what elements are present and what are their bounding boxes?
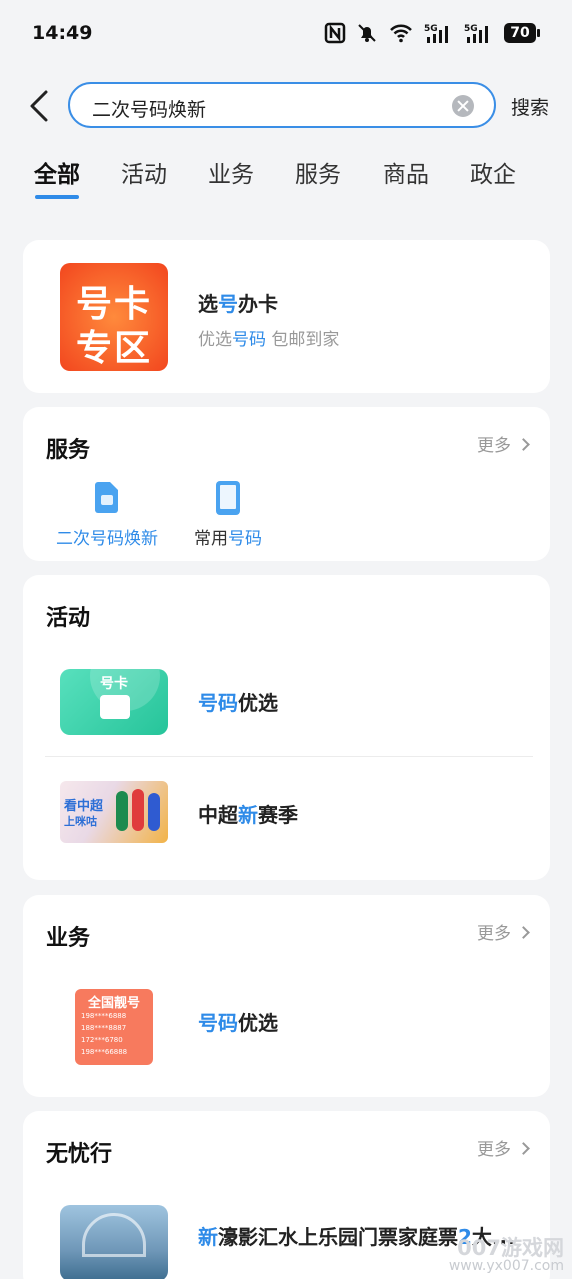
business-title: 业务 [46, 926, 91, 951]
services-card: 服务 更多 二次号码焕新 常用号码 [23, 407, 550, 561]
business-more-link[interactable]: 更多 [477, 919, 530, 944]
svg-text:5G: 5G [424, 24, 438, 34]
business-card: 业务 更多 全国靓号 198****6888 188****8887 172**… [23, 895, 550, 1097]
sim-card-icon [95, 482, 118, 513]
status-time: 14:49 [32, 22, 93, 44]
sim-zone-card[interactable]: 号卡 专区 选号办卡 优选号码 包邮到家 [23, 240, 550, 393]
search-bar: 二次号码焕新 搜索 [0, 80, 572, 132]
sim-zone-subtitle: 优选号码 包邮到家 [198, 330, 340, 350]
back-arrow-icon[interactable] [26, 88, 54, 124]
category-tabs: 全部 活动 业务 服务 商品 政企 [0, 150, 572, 206]
activities-card: 活动 号卡 号码优选 看中超 上咪咕 中超新赛季 [23, 575, 550, 880]
phone-icon [216, 481, 240, 515]
wifi-icon [390, 24, 412, 43]
tab-products[interactable]: 商品 [383, 155, 429, 189]
search-query: 二次号码焕新 [92, 99, 207, 121]
activity-thumbnail: 看中超 上咪咕 [60, 781, 168, 843]
tab-enterprise[interactable]: 政企 [470, 155, 516, 189]
tab-all[interactable]: 全部 [34, 155, 80, 189]
search-input[interactable]: 二次号码焕新 [68, 82, 496, 128]
activity-title: 中超新赛季 [198, 803, 298, 827]
search-button[interactable]: 搜索 [511, 93, 549, 120]
battery-icon: 70 [504, 23, 540, 43]
tab-services[interactable]: 服务 [295, 155, 341, 189]
signal-5g-icon-2: 5G [464, 24, 488, 43]
services-title: 服务 [46, 438, 91, 463]
watermark: 007游戏网 www.yx007.com [448, 1236, 564, 1275]
business-item-title: 号码优选 [198, 1011, 278, 1035]
business-thumbnail: 全国靓号 198****6888 188****8887 172***6780 … [75, 989, 153, 1065]
chevron-right-icon [517, 926, 530, 939]
activity-title: 号码优选 [198, 691, 278, 715]
business-item-number-select[interactable]: 全国靓号 198****6888 188****8887 172***6780 … [23, 965, 550, 1085]
travel-title: 无忧行 [46, 1142, 113, 1167]
activities-title: 活动 [46, 606, 91, 631]
activity-item-csl-season[interactable]: 看中超 上咪咕 中超新赛季 [23, 757, 550, 867]
status-bar: 14:49 5G 5G 70 [0, 0, 572, 66]
sim-zone-thumbnail: 号卡 专区 [60, 263, 168, 371]
activity-thumbnail: 号卡 [60, 669, 168, 735]
service-label: 二次号码焕新 [56, 529, 158, 549]
travel-thumbnail [60, 1205, 168, 1279]
tab-active-indicator [35, 195, 79, 199]
status-icons: 5G 5G 70 [324, 22, 540, 44]
tab-activities[interactable]: 活动 [121, 155, 167, 189]
mute-bell-icon [358, 24, 376, 42]
clear-icon[interactable] [452, 95, 474, 117]
tab-business[interactable]: 业务 [208, 155, 254, 189]
activity-item-number-select[interactable]: 号卡 号码优选 [23, 645, 550, 755]
signal-5g-icon: 5G [424, 24, 448, 43]
nfc-icon [324, 22, 346, 44]
service-label: 常用号码 [194, 529, 262, 549]
thumb-text-line2: 专区 [75, 328, 152, 369]
chevron-right-icon [517, 1142, 530, 1155]
svg-text:5G: 5G [464, 24, 478, 34]
travel-more-link[interactable]: 更多 [477, 1135, 530, 1160]
services-more-link[interactable]: 更多 [477, 431, 530, 456]
chevron-right-icon [517, 438, 530, 451]
sim-zone-title: 选号办卡 [198, 292, 278, 316]
